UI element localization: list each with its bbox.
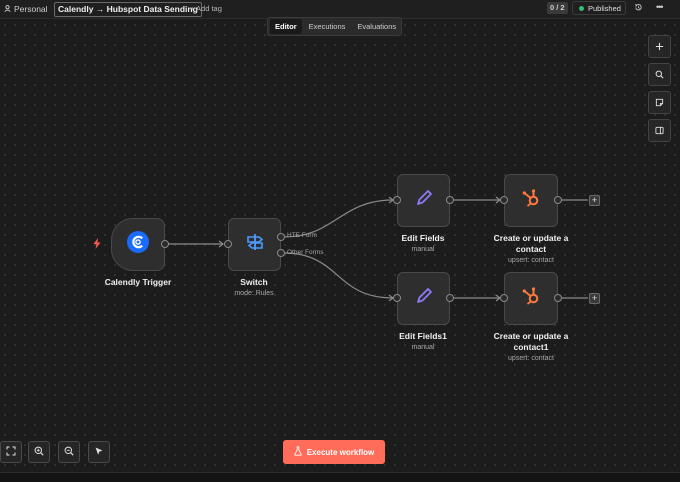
hubspot-icon (520, 187, 542, 214)
calendly-output-handle[interactable] (161, 240, 169, 248)
edit-fields1-node[interactable] (397, 272, 450, 325)
connection-switch-edit2 (283, 252, 394, 299)
hubspot-input-handle[interactable] (500, 196, 508, 204)
edit-fields-node-title: Edit Fields (401, 233, 445, 243)
switch-output-label-1: HTE Form (287, 232, 317, 239)
switch-output-label-2: Other Forms (287, 249, 324, 256)
hubspot-node-title: Create or update a contact (493, 233, 569, 254)
flask-icon (294, 446, 302, 458)
select-pointer-icon (94, 446, 104, 458)
hubspot1-output-handle[interactable] (554, 294, 562, 302)
hubspot-add-next-button[interactable]: + (589, 195, 600, 206)
zoom-out-icon (64, 446, 74, 458)
edit-fields-node-subtitle: manual (411, 246, 435, 253)
switch-node[interactable] (228, 218, 281, 271)
switch-output-handle-1[interactable] (277, 233, 285, 241)
signpost-icon (244, 231, 266, 258)
edit-fields-output-handle[interactable] (446, 196, 454, 204)
pencil-icon (413, 187, 435, 214)
hubspot-node[interactable] (504, 174, 558, 227)
switch-input-handle[interactable] (224, 240, 232, 248)
execute-workflow-label: Execute workflow (306, 447, 375, 457)
hubspot1-node[interactable] (504, 272, 558, 325)
zoom-in-icon (34, 446, 44, 458)
switch-output-handle-2[interactable] (277, 249, 285, 257)
edit-fields1-output-handle[interactable] (446, 294, 454, 302)
execute-workflow-button[interactable]: Execute workflow (283, 440, 385, 464)
hubspot-icon (520, 285, 542, 312)
calendly-trigger-node[interactable] (111, 218, 165, 271)
calendly-icon (126, 230, 150, 259)
pencil-icon (413, 285, 435, 312)
edit-fields1-node-subtitle: manual (411, 344, 435, 351)
hubspot1-input-handle[interactable] (500, 294, 508, 302)
hubspot1-node-title: Create or update a contact1 (493, 331, 569, 352)
zoom-out-button[interactable] (58, 441, 80, 463)
hubspot-node-subtitle: upsert: contact (508, 257, 554, 264)
edit-fields-input-handle[interactable] (393, 196, 401, 204)
edit-fields1-input-handle[interactable] (393, 294, 401, 302)
hubspot1-add-next-button[interactable]: + (589, 293, 600, 304)
trigger-bolt-icon (93, 238, 101, 252)
fit-view-button[interactable] (0, 441, 22, 463)
hubspot-output-handle[interactable] (554, 196, 562, 204)
calendly-node-title: Calendly Trigger (104, 277, 172, 287)
edit-fields1-node-title: Edit Fields1 (399, 331, 447, 341)
fit-view-icon (6, 446, 16, 458)
switch-node-title: Switch (240, 277, 268, 287)
switch-node-subtitle: mode: Rules (234, 290, 274, 297)
edit-fields-node[interactable] (397, 174, 450, 227)
hubspot1-node-subtitle: upsert: contact (508, 355, 554, 362)
zoom-in-button[interactable] (28, 441, 50, 463)
select-mode-button[interactable] (88, 441, 110, 463)
